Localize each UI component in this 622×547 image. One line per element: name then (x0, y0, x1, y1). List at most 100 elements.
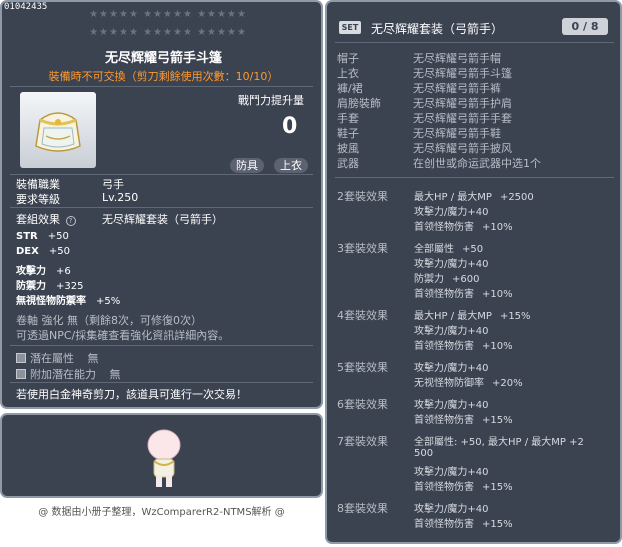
data-source-footer: @ 数据由小册子整理，WzComparerR2-NTMS解析 @ (38, 507, 285, 518)
set-effect-line: 首领怪物伤害 +15% (414, 515, 513, 530)
set-effect-line: 防禦力 +600 (414, 270, 479, 285)
item-icon (20, 92, 96, 168)
piece-slot: 武器 (337, 157, 359, 170)
effect-text: 首领怪物伤害 (414, 341, 474, 352)
effect-text: 攻擊力/魔力+40 (414, 363, 489, 374)
stat-row: 攻擊力 +6 (16, 262, 71, 277)
set-piece-row: 肩膀裝飾 无尽辉耀弓箭手护肩 (337, 95, 512, 111)
power-increase-value: 0 (282, 114, 298, 139)
set-effect-line: 攻擊力/魔力+40 (414, 255, 488, 270)
effect-value: +15% (499, 311, 531, 322)
set-piece-row: 鞋子 无尽辉耀弓箭手鞋 (337, 125, 501, 141)
item-id: 01042435 (4, 2, 48, 12)
set-effect-line: 500 (414, 448, 433, 459)
piece-name: 无尽辉耀弓箭手裤 (413, 82, 501, 95)
effect-text: 全部屬性 (414, 244, 454, 255)
set-effect-line: 无视怪物防御率 +20% (414, 374, 523, 389)
additional-potential-row: 附加潛在能力 無 (16, 366, 121, 382)
effect-value: +600 (452, 274, 480, 285)
piece-slot: 褲/裙 (337, 82, 363, 95)
piece-name: 无尽辉耀弓箭手斗篷 (413, 67, 512, 80)
set-piece-count: 0 / 8 (562, 18, 608, 35)
piece-slot: 披風 (337, 142, 359, 155)
stat-value: +50 (48, 246, 70, 257)
character-avatar-icon (147, 429, 181, 487)
effect-text: 攻擊力/魔力+40 (414, 467, 489, 478)
effect-text: 攻擊力/魔力+40 (414, 207, 489, 218)
set-title: 无尽辉耀套装（弓箭手） (371, 22, 504, 36)
divider (10, 174, 313, 175)
set-piece-row: 帽子 无尽辉耀弓箭手帽 (337, 50, 501, 66)
piece-slot: 帽子 (337, 52, 359, 65)
effect-text: 攻擊力/魔力+40 (414, 326, 489, 337)
item-title: 无尽辉耀弓箭手斗篷 (104, 51, 222, 66)
additional-potential-label: 附加潛在能力 (30, 368, 96, 381)
trade-restriction-note: 裝備時不可交換（剪刀剩餘使用次數：10/10） (48, 70, 279, 83)
piece-name: 无尽辉耀弓箭手帽 (413, 52, 501, 65)
effect-text: 首领怪物伤害 (414, 289, 474, 300)
set-effect-line: 首领怪物伤害 +10% (414, 218, 513, 233)
effect-text: 500 (414, 448, 434, 459)
stat-name: 無視怪物防禦率 (16, 296, 86, 307)
platinum-scissors-note: 若使用白金神奇剪刀，該道具可進行一次交易！ (16, 388, 247, 401)
effect-text: 防禦力 (414, 274, 444, 285)
set-effect-label: 7套裝效果 (337, 435, 388, 448)
set-effect-line: 攻擊力/魔力+40 (414, 203, 488, 218)
effect-text: 攻擊力/魔力+40 (414, 259, 489, 270)
effect-value: +10% (482, 289, 513, 300)
effect-text: 无视怪物防御率 (414, 378, 484, 389)
cloak-icon (35, 112, 81, 152)
set-effect-row: 套組效果 ? 无尽辉耀套装（弓箭手） (16, 211, 223, 227)
effect-value: +50 (462, 244, 484, 255)
effect-value: +15% (482, 482, 513, 493)
divider (335, 177, 614, 178)
avatar-preview-panel (0, 413, 323, 498)
divider (10, 382, 313, 383)
set-piece-row: 武器 在创世或命运武器中选1个 (337, 155, 541, 171)
effect-text: 最大HP / 最大MP (414, 311, 492, 322)
piece-slot: 肩膀裝飾 (337, 97, 381, 110)
stat-row: 防禦力 +325 (16, 277, 83, 292)
set-effect-label: 4套裝效果 (337, 309, 388, 322)
stat-row: 無視怪物防禦率 +5% (16, 292, 120, 307)
set-effect-line: 最大HP / 最大MP +15% (414, 307, 531, 322)
stat-value: +5% (96, 296, 121, 307)
effect-text: 攻擊力/魔力+40 (414, 504, 489, 515)
stat-value: +50 (47, 231, 69, 242)
piece-name: 无尽辉耀弓箭手鞋 (413, 127, 501, 140)
set-piece-row: 褲/裙 无尽辉耀弓箭手裤 (337, 80, 501, 96)
info-value: Lv.250 (102, 191, 139, 204)
set-effect-line: 攻擊力/魔力+40 (414, 359, 488, 374)
star-force-row-2: ★★★★★ ★★★★★ ★★★★★ (89, 27, 247, 38)
piece-name: 无尽辉耀弓箭手手套 (413, 112, 512, 125)
set-effect-line: 攻擊力/魔力+40 (414, 322, 488, 337)
info-label: 套組效果 (16, 213, 60, 226)
stat-name: DEX (16, 246, 39, 257)
additional-potential-value: 無 (109, 368, 121, 381)
piece-name: 无尽辉耀弓箭手披风 (413, 142, 512, 155)
set-effect-label: 6套裝效果 (337, 398, 388, 411)
stat-name: 防禦力 (16, 281, 46, 292)
divider (10, 86, 313, 87)
set-piece-row: 上衣 无尽辉耀弓箭手斗篷 (337, 65, 512, 81)
stat-row: STR +50 (16, 231, 69, 242)
set-effect-line: 首领怪物伤害 +15% (414, 411, 513, 426)
stat-value: +325 (56, 281, 84, 292)
info-value: 弓手 (102, 178, 124, 191)
divider (335, 42, 614, 43)
effect-value: +10% (482, 222, 513, 233)
potential-row: 潛在屬性 無 (16, 350, 99, 366)
stat-name: 攻擊力 (16, 266, 46, 277)
effect-text: 首领怪物伤害 (414, 519, 474, 530)
info-value: 无尽辉耀套装（弓箭手） (102, 213, 223, 226)
piece-slot: 手套 (337, 112, 359, 125)
effect-value: +15% (482, 415, 513, 426)
set-piece-row: 披風 无尽辉耀弓箭手披风 (337, 140, 512, 156)
set-effect-line: 最大HP / 最大MP +2500 (414, 188, 534, 203)
set-effect-label: 3套裝效果 (337, 242, 388, 255)
info-label: 要求等級 (16, 193, 60, 206)
effect-text: 首领怪物伤害 (414, 222, 474, 233)
potential-label: 潛在屬性 (30, 352, 74, 365)
effect-value: +10% (482, 341, 513, 352)
divider (10, 345, 313, 346)
